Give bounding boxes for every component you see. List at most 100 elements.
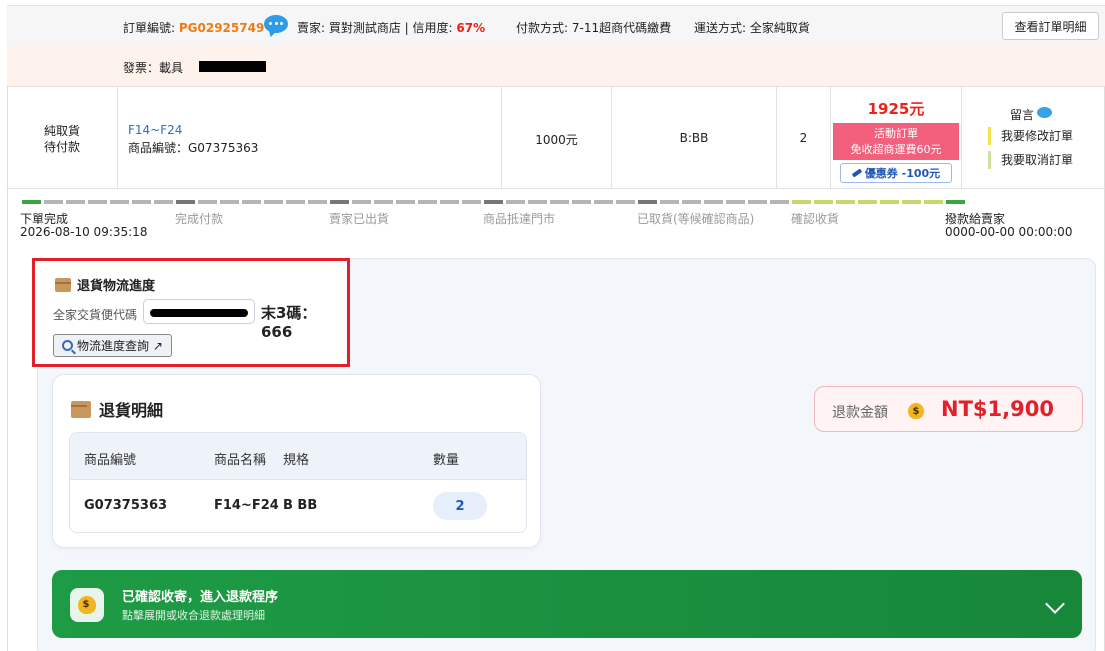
progress-segment <box>572 200 591 204</box>
track-logistics-button[interactable]: 物流進度查詢 ↗ <box>53 334 172 357</box>
refund-label: 退款金額 <box>832 405 888 421</box>
progress-segment <box>704 200 723 204</box>
progress-segment <box>154 200 173 204</box>
view-order-detail-button[interactable]: 查看訂單明細 <box>1002 12 1099 40</box>
progress-segment <box>132 200 151 204</box>
progress-segment <box>594 200 613 204</box>
promo-detail: 免收超商運費60元 <box>850 143 942 156</box>
refund-status-toggle[interactable]: 已確認收寄，進入退款程序 點擊展開或收合退款處理明細 <box>52 570 1082 638</box>
progress-segment <box>440 200 459 204</box>
refund-status-title: 已確認收寄，進入退款程序 <box>122 590 279 605</box>
end-time: 0000-00-00 00:00:00 <box>945 225 1073 239</box>
progress-segment <box>858 200 877 204</box>
step-shipped: 賣家已出貨 <box>329 212 390 226</box>
progress-segment <box>528 200 547 204</box>
money-bag-icon <box>908 403 924 420</box>
refund-status-subtitle: 點擊展開或收合退款處理明細 <box>122 609 265 622</box>
return-tracking-title-text: 退貨物流進度 <box>77 279 156 294</box>
progress-segment <box>550 200 569 204</box>
quantity-cell: 2 <box>777 87 831 189</box>
invoice-row: 發票：載具 <box>7 45 1105 87</box>
refund-status-icon-box <box>70 588 104 622</box>
chevron-down-icon[interactable] <box>1045 594 1065 614</box>
return-tracking-title: 退貨物流進度 <box>55 275 155 294</box>
credit-score: 67% <box>456 21 486 35</box>
return-detail-table: 商品編號 商品名稱 規格 數量 G07375363 F14~F24 B BB 2 <box>69 432 527 533</box>
redacted-code <box>150 309 248 317</box>
order-number-label: 訂單編號: <box>123 21 179 35</box>
progress-segment <box>374 200 393 204</box>
spec-cell: B:BB <box>612 87 777 189</box>
modify-order-link[interactable]: 我要修改訂單 <box>988 127 1073 145</box>
progress-segment <box>396 200 415 204</box>
order-number-field: 訂單編號: PG02925749 <box>123 19 264 36</box>
progress-segment <box>264 200 283 204</box>
header-qty: 數量 <box>433 453 460 468</box>
cancel-order-link[interactable]: 我要取消訂單 <box>988 151 1073 169</box>
progress-segment <box>418 200 437 204</box>
step-paid: 完成付款 <box>175 212 224 226</box>
progress-segment <box>44 200 63 204</box>
progress-segment <box>242 200 261 204</box>
progress-segment <box>110 200 129 204</box>
payment-method: 付款方式: 7-11超商代碼繳費 <box>516 21 672 35</box>
progress-segment <box>286 200 305 204</box>
pencil-icon <box>851 168 863 178</box>
progress-segment <box>22 200 41 204</box>
invoice-label: 發票：載具 <box>123 61 184 75</box>
seller-label: 賣家: 買對測試商店 | 信用度: <box>297 21 457 35</box>
table-row: G07375363 F14~F24 B BB 2 <box>70 480 526 532</box>
track-logistics-label: 物流進度查詢 ↗ <box>77 339 163 353</box>
progress-segment <box>66 200 85 204</box>
progress-segment <box>88 200 107 204</box>
progress-segment <box>748 200 767 204</box>
header-name: 商品名稱 <box>214 453 267 468</box>
progress-segment <box>176 200 195 204</box>
product-cell: F14~F24 商品編號：G07375363 <box>118 87 502 189</box>
order-number[interactable]: PG02925749 <box>179 21 264 35</box>
table-header: 商品編號 商品名稱 規格 數量 <box>70 433 526 480</box>
progress-segment <box>616 200 635 204</box>
return-detail-title-text: 退貨明細 <box>99 401 164 420</box>
return-code-last3: 末3碼：666 <box>261 304 317 341</box>
seller-info: 賣家: 買對測試商店 | 信用度: 67% <box>297 19 485 36</box>
search-icon <box>62 340 73 351</box>
message-chat-icon[interactable] <box>1037 107 1052 118</box>
product-code: 商品編號：G07375363 <box>128 141 259 155</box>
message-label: 留言 <box>1010 108 1035 122</box>
progress-segment <box>880 200 899 204</box>
progress-segment <box>682 200 701 204</box>
refund-amount: NT$1,900 <box>941 397 1054 421</box>
progress-segment <box>220 200 239 204</box>
return-detail-card: 退貨明細 商品編號 商品名稱 規格 數量 G07375363 F14~F24 B… <box>52 374 541 548</box>
promo-title: 活動訂單 <box>874 127 918 140</box>
progress-segment <box>924 200 943 204</box>
progress-segment <box>506 200 525 204</box>
product-name-link[interactable]: F14~F24 <box>128 121 501 139</box>
delivery-type: 純取貨 <box>43 124 80 138</box>
promo-badge: 活動訂單 免收超商運費60元 <box>833 123 959 160</box>
step-arrived: 商品抵達門市 <box>483 212 556 226</box>
progress-segment <box>726 200 745 204</box>
return-detail-title: 退貨明細 <box>71 397 163 421</box>
return-code-field[interactable] <box>143 299 255 324</box>
refund-amount-badge: 退款金額 NT$1,900 <box>814 386 1083 432</box>
progress-segment <box>352 200 371 204</box>
chat-icon[interactable] <box>264 15 288 33</box>
progress-segment <box>836 200 855 204</box>
order-header: 訂單編號: PG02925749 賣家: 買對測試商店 | 信用度: 67% 付… <box>7 5 1105 45</box>
row-name: F14~F24 <box>214 498 279 513</box>
step-confirmed: 確認收貨 <box>791 212 840 226</box>
step-picked-up: 已取貨(等候確認商品) <box>637 212 755 226</box>
coupon-badge: 優惠券 -100元 <box>840 163 952 183</box>
row-spec: B BB <box>283 498 318 513</box>
progress-segment <box>660 200 679 204</box>
total-amount: 1925元 <box>867 100 925 118</box>
money-bag-icon <box>78 596 96 614</box>
package-icon <box>71 400 91 418</box>
shipping-method: 運送方式: 全家純取貨 <box>694 21 810 35</box>
header-code: 商品編號 <box>84 453 137 468</box>
header-spec: 規格 <box>283 453 310 468</box>
product-row: 純取貨 待付款 F14~F24 商品編號：G07375363 1000元 B:B… <box>7 87 1105 189</box>
package-icon <box>55 277 71 292</box>
